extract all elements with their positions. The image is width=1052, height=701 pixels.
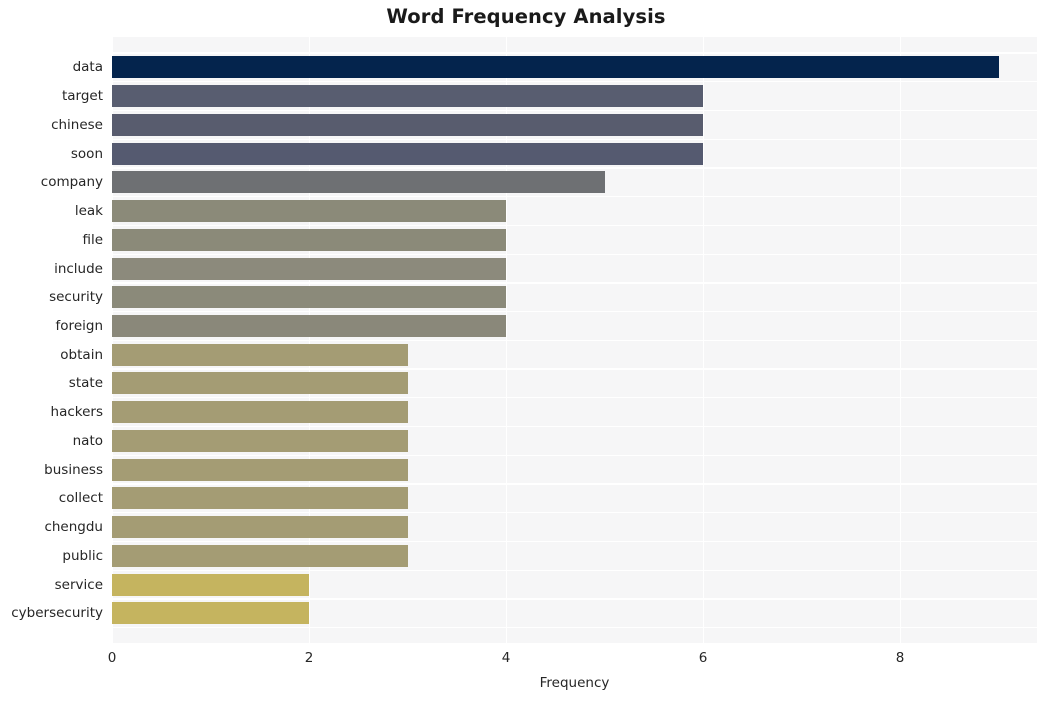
- gridline-horizontal: [112, 368, 1037, 370]
- gridline-horizontal: [112, 224, 1037, 227]
- x-tick-label-4: 4: [501, 650, 511, 666]
- bar-leak: [112, 200, 507, 223]
- bar-collect: [112, 487, 408, 510]
- gridline-horizontal: [112, 253, 1037, 255]
- bar-business: [112, 458, 408, 481]
- bar-state: [112, 372, 408, 395]
- gridline-horizontal: [112, 138, 1037, 140]
- gridline-horizontal: [112, 627, 1037, 629]
- y-axis-tick-labels: data target chinese soon company leak file incl…: [0, 37, 103, 643]
- bar-nato: [112, 429, 408, 452]
- y-tick-label-chinese: chinese: [51, 116, 103, 133]
- gridline-horizontal: [112, 397, 1037, 399]
- y-tick-label-security: security: [49, 289, 103, 306]
- gridline-horizontal: [112, 598, 1037, 600]
- gridline-horizontal: [112, 52, 1037, 54]
- bar-chinese: [112, 113, 704, 136]
- x-tick-label-6: 6: [698, 650, 708, 666]
- y-tick-label-leak: leak: [74, 203, 103, 220]
- gridline-horizontal: [112, 310, 1037, 313]
- y-tick-label-file: file: [82, 231, 103, 248]
- gridline-horizontal: [112, 454, 1037, 456]
- gridline-horizontal: [112, 483, 1037, 485]
- y-tick-label-obtain: obtain: [60, 346, 103, 363]
- bar-public: [112, 544, 408, 567]
- word-frequency-chart-figure: Word Frequency Analysis data target chines…: [0, 0, 1052, 701]
- bar-cybersecurity: [112, 602, 310, 625]
- y-tick-label-soon: soon: [70, 145, 103, 162]
- chart-title: Word Frequency Analysis: [386, 5, 666, 28]
- y-tick-label-cybersecurity: cybersecurity: [11, 605, 103, 622]
- y-tick-label-hackers: hackers: [50, 404, 103, 421]
- x-axis-label: Frequency: [539, 675, 610, 691]
- plot-area: [112, 37, 1037, 643]
- y-tick-label-business: business: [44, 461, 103, 478]
- y-tick-label-state: state: [68, 375, 103, 392]
- gridline-horizontal: [112, 339, 1037, 341]
- gridline-horizontal: [112, 540, 1037, 543]
- y-tick-label-foreign: foreign: [55, 317, 103, 334]
- bar-include: [112, 257, 507, 280]
- gridline-horizontal: [112, 569, 1037, 571]
- y-tick-label-data: data: [72, 59, 103, 76]
- bar-target: [112, 85, 704, 108]
- y-tick-label-collect: collect: [58, 490, 103, 507]
- gridline-horizontal: [112, 282, 1037, 284]
- y-tick-label-chengdu: chengdu: [44, 519, 103, 536]
- x-tick-label-0: 0: [107, 650, 117, 666]
- y-tick-label-include: include: [54, 260, 103, 277]
- gridline-horizontal: [112, 81, 1037, 83]
- y-tick-label-company: company: [40, 174, 103, 191]
- bar-company: [112, 171, 605, 194]
- bar-soon: [112, 142, 704, 165]
- y-tick-label-target: target: [61, 88, 103, 105]
- gridline-horizontal: [112, 109, 1037, 112]
- bar-foreign: [112, 314, 507, 337]
- gridline-horizontal: [112, 167, 1037, 169]
- gridline-horizontal: [112, 425, 1037, 428]
- bar-hackers: [112, 401, 408, 424]
- bar-data: [112, 56, 999, 79]
- bar-service: [112, 573, 310, 596]
- bar-security: [112, 286, 507, 309]
- bar-chengdu: [112, 516, 408, 539]
- y-tick-label-public: public: [62, 547, 103, 564]
- bar-obtain: [112, 343, 408, 366]
- y-tick-label-nato: nato: [72, 432, 103, 449]
- gridline-horizontal: [112, 196, 1037, 198]
- x-tick-label-8: 8: [895, 650, 905, 666]
- gridline-horizontal: [112, 512, 1037, 514]
- x-tick-label-2: 2: [304, 650, 314, 666]
- y-tick-label-service: service: [54, 576, 103, 593]
- bar-file: [112, 228, 507, 251]
- x-axis-tick-labels: 0 2 4 6 8: [0, 650, 1052, 672]
